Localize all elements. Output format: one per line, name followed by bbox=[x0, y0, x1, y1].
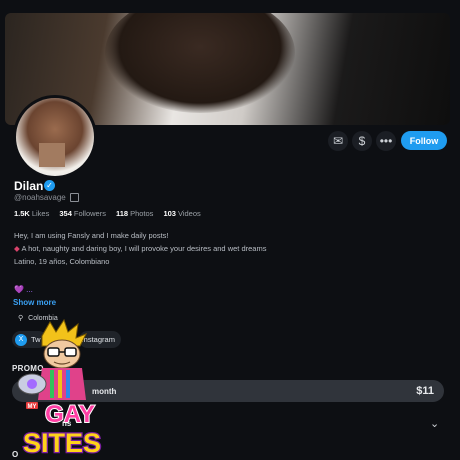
verified-icon: ✓ bbox=[44, 180, 55, 191]
logo-badge: MY bbox=[28, 404, 37, 410]
gay-sites-logo: MY GAY SITES bbox=[17, 318, 102, 459]
stat-photos: 118 Photos bbox=[115, 209, 154, 218]
stat-likes: 1.5K Likes bbox=[14, 209, 50, 218]
bio-line: Hey, I am using Fansly and I make daily … bbox=[14, 231, 169, 240]
tip-button[interactable]: $ bbox=[352, 131, 372, 151]
more-button[interactable]: ••• bbox=[376, 131, 396, 151]
bio-line: Latino, 19 años, Colombiano bbox=[14, 257, 110, 266]
subscribe-price: $11 bbox=[416, 385, 434, 397]
more-icon: ••• bbox=[379, 134, 393, 148]
banner-photo bbox=[105, 13, 295, 113]
message-button[interactable]: ✉ bbox=[328, 131, 348, 151]
profile-handle: @noahsavage bbox=[14, 193, 66, 202]
profile-stats: 1.5K Likes 354 Followers 118 Photos 103 Vide… bbox=[14, 209, 201, 218]
stat-followers: 354 Followers bbox=[59, 209, 106, 218]
avatar[interactable] bbox=[13, 95, 97, 179]
show-more-link[interactable]: Show more bbox=[13, 298, 56, 307]
bio-line: ◆ A hot, naughty and daring boy, I will … bbox=[14, 244, 267, 253]
logo-text-gay: GAY bbox=[45, 401, 95, 428]
heart-line: 💜 ... bbox=[14, 285, 33, 294]
profile-name: Dilan bbox=[14, 179, 44, 193]
dollar-icon: $ bbox=[358, 134, 366, 148]
avatar-image bbox=[16, 98, 94, 176]
censor-blur bbox=[39, 143, 65, 167]
chevron-down-icon[interactable]: ⌄ bbox=[430, 417, 439, 430]
envelope-icon: ✉ bbox=[332, 134, 344, 148]
profile-bio: Hey, I am using Fansly and I make daily … bbox=[14, 229, 266, 268]
note-icon[interactable] bbox=[70, 193, 79, 202]
logo-text-sites: SITES bbox=[23, 428, 101, 458]
follow-button[interactable]: Follow bbox=[401, 131, 447, 150]
stat-videos: 103 Videos bbox=[163, 209, 201, 218]
